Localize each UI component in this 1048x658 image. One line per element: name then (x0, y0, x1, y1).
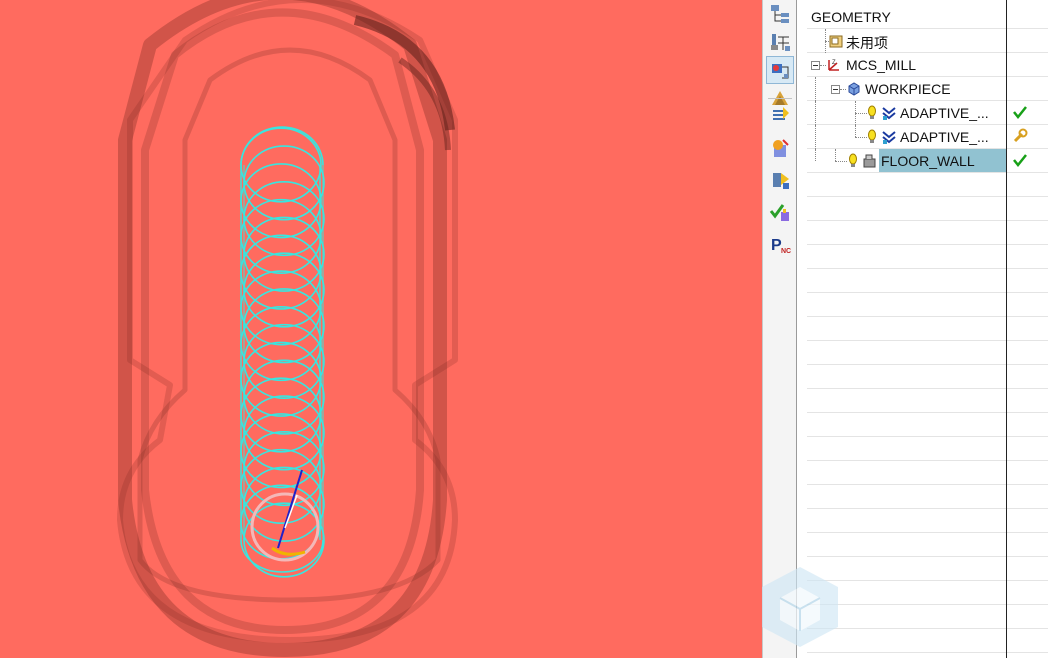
navigator-empty-row[interactable] (807, 293, 1048, 317)
navigator-empty-row[interactable] (807, 341, 1048, 365)
navigator-empty-row[interactable] (807, 173, 1048, 197)
navigator-empty-row[interactable] (807, 461, 1048, 485)
tree-node-adaptive-1[interactable]: ADAPTIVE_... (807, 101, 1048, 125)
navigator-empty-row[interactable] (807, 221, 1048, 245)
navigator-empty-row[interactable] (807, 365, 1048, 389)
navigator-empty-row[interactable] (807, 509, 1048, 533)
navigator-empty-row[interactable] (807, 245, 1048, 269)
unused-items-icon (829, 33, 845, 49)
tree-node-unused[interactable]: 未用项 (807, 29, 1048, 53)
graphics-viewport[interactable] (0, 0, 762, 658)
navigator-empty-row[interactable] (807, 317, 1048, 341)
tree-node-label: WORKPIECE (865, 81, 951, 97)
geometry-view-icon[interactable] (766, 56, 794, 84)
navigator-empty-row[interactable] (807, 197, 1048, 221)
verify-toolpath-icon[interactable] (766, 198, 794, 226)
program-order-view-icon[interactable] (766, 0, 794, 28)
svg-text:NC: NC (781, 248, 791, 255)
create-tool-icon[interactable] (766, 134, 794, 162)
adaptive-milling-op-icon (881, 105, 897, 121)
regenerate-wrench-icon (1012, 128, 1028, 144)
toolpath-display[interactable] (0, 0, 762, 658)
navigator-header-row[interactable]: GEOMETRY (807, 5, 1048, 29)
tree-node-floor-wall[interactable]: FLOOR_WALL (807, 149, 1048, 173)
navigator-empty-row[interactable] (807, 533, 1048, 557)
navigator-empty-row[interactable] (807, 437, 1048, 461)
floor-wall-op-icon (862, 153, 878, 169)
navigator-empty-row[interactable] (807, 485, 1048, 509)
workpiece-icon (846, 81, 862, 97)
machine-tool-view-icon[interactable] (766, 28, 794, 56)
lightbulb-icon (868, 105, 876, 121)
tree-node-label: MCS_MILL (846, 57, 917, 73)
navigator-header: GEOMETRY (811, 9, 891, 25)
complete-check-icon (1012, 104, 1028, 120)
tree-node-mcs-mill[interactable]: Z MCS_MILL (807, 53, 1048, 77)
tree-node-adaptive-2[interactable]: ADAPTIVE_... (807, 125, 1048, 149)
mcs-icon: Z (826, 57, 842, 73)
complete-check-icon (1012, 152, 1028, 168)
tree-node-label: ADAPTIVE_... (900, 105, 989, 121)
create-program-icon[interactable] (766, 102, 794, 130)
adaptive-milling-op-icon (881, 129, 897, 145)
operation-navigator: GEOMETRY 未用项 Z MCS_MILL WORKPIECE ADAPTI… (807, 0, 1048, 658)
navigator-empty-row[interactable] (807, 269, 1048, 293)
tree-node-label: ADAPTIVE_... (900, 129, 989, 145)
postprocess-icon[interactable]: P NC (766, 230, 794, 258)
watermark-logo-icon (760, 562, 850, 650)
lightbulb-icon (849, 153, 857, 169)
tree-node-label: FLOOR_WALL (881, 153, 975, 169)
collapse-toggle[interactable] (811, 61, 820, 70)
create-geometry-icon[interactable] (766, 166, 794, 194)
lightbulb-icon (868, 129, 876, 145)
tree-node-workpiece[interactable]: WORKPIECE (807, 77, 1048, 101)
navigator-empty-row[interactable] (807, 389, 1048, 413)
navigator-empty-row[interactable] (807, 413, 1048, 437)
resource-toolbar: P NC (763, 0, 797, 658)
column-divider[interactable] (1006, 0, 1007, 658)
tree-node-label: 未用项 (846, 35, 888, 51)
svg-text:Z: Z (832, 60, 836, 66)
collapse-toggle[interactable] (831, 85, 840, 94)
